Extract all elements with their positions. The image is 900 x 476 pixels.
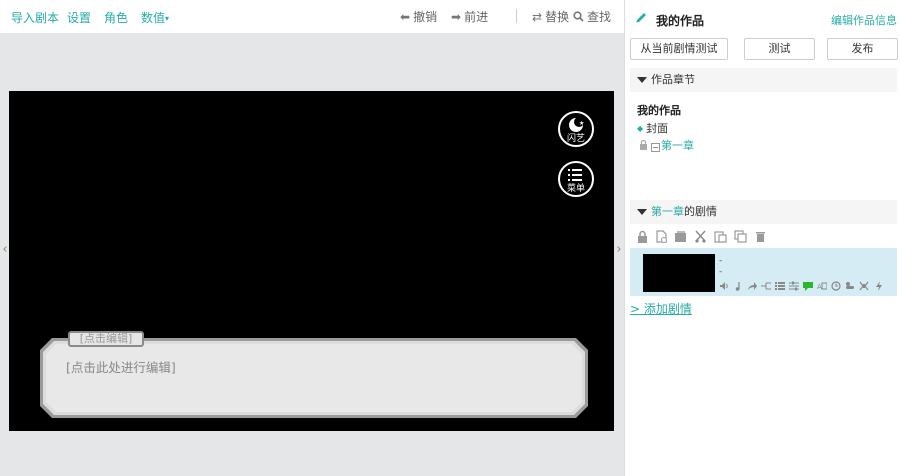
menu-label: 菜单 xyxy=(566,184,585,194)
chapters-section-header[interactable]: 作品章节 xyxy=(630,68,897,92)
menu-values-label: 数值 xyxy=(141,11,166,25)
editor-area: 导入剧本 设置 角色 数值▾ ⬅ 撤销 ➡ 前进 ⇄ 替换 查找 ‹ › ★ 闪艺 xyxy=(0,0,624,476)
menu-button[interactable]: 菜单 xyxy=(558,161,594,197)
triangle-down-icon xyxy=(637,77,647,83)
chapters-header-label: 作品章节 xyxy=(651,73,695,86)
trash-icon[interactable] xyxy=(754,230,767,243)
scenes-header-suffix: 的剧情 xyxy=(684,205,717,218)
svg-text:A: A xyxy=(817,283,822,291)
triangle-down-icon xyxy=(637,209,647,215)
speech-bubble-icon[interactable] xyxy=(803,281,813,291)
tree-item-cover[interactable]: ◆ 封面 xyxy=(637,120,668,136)
find-label: 查找 xyxy=(587,10,612,24)
scene-thumbnail xyxy=(643,254,715,292)
speaker-name-tag[interactable]: [点击编辑] xyxy=(68,331,144,347)
list-icon[interactable] xyxy=(775,281,785,291)
lock-icon[interactable] xyxy=(636,230,649,243)
scene-line-2: - xyxy=(719,267,723,277)
top-toolbar: 导入剧本 设置 角色 数值▾ ⬅ 撤销 ➡ 前进 ⇄ 替换 查找 xyxy=(0,0,624,33)
scenes-header-chapter: 第一章 xyxy=(651,205,684,218)
collapse-toggle-icon[interactable]: − xyxy=(651,143,660,152)
replace-label: 替换 xyxy=(545,10,570,24)
work-title: 我的作品 xyxy=(656,14,705,28)
effects-icon[interactable] xyxy=(859,281,869,291)
share-arrow-icon[interactable] xyxy=(747,281,757,291)
edit-work-info-link[interactable]: 编辑作品信息 xyxy=(831,12,897,28)
lightning-icon[interactable] xyxy=(874,281,884,291)
redo-button[interactable]: ➡ 前进 xyxy=(451,8,488,25)
flash-button[interactable]: ★ 闪艺 xyxy=(558,111,594,147)
panel-header: 我的作品 编辑作品信息 xyxy=(625,0,900,36)
cut-icon[interactable] xyxy=(694,230,707,243)
tree-item-chapter1[interactable]: − 第一章 xyxy=(639,137,694,153)
tree-root[interactable]: 我的作品 xyxy=(637,102,681,118)
menu-values[interactable]: 数值▾ xyxy=(141,9,169,26)
copy-icon[interactable] xyxy=(734,230,747,243)
diamond-icon: ◆ xyxy=(637,124,644,133)
adjust-icon[interactable] xyxy=(789,281,799,291)
search-icon xyxy=(573,11,584,22)
publish-button[interactable]: 发布 xyxy=(827,38,898,60)
test-from-current-button[interactable]: 从当前剧情测试 xyxy=(630,38,728,60)
text-style-icon[interactable]: A xyxy=(817,281,827,291)
arrow-right-icon: ➡ xyxy=(451,10,462,24)
collapse-right-arrow[interactable]: › xyxy=(614,228,624,272)
new-file-icon[interactable] xyxy=(655,230,668,243)
sound-icon[interactable] xyxy=(719,281,729,291)
swap-icon: ⇄ xyxy=(532,10,543,24)
redo-label: 前进 xyxy=(464,10,489,24)
dialog-text[interactable]: [点击此处进行编辑] xyxy=(66,357,176,376)
scene-item[interactable]: - - A xyxy=(630,248,897,296)
menu-characters[interactable]: 角色 xyxy=(104,9,128,26)
undo-label: 撤销 xyxy=(413,10,438,24)
tree-item-chapter1-label: 第一章 xyxy=(661,139,694,152)
dialog-box[interactable]: [点击编辑] [点击此处进行编辑] xyxy=(40,331,588,418)
pencil-icon xyxy=(636,13,646,23)
toolbar-divider xyxy=(516,9,517,23)
cloud-icon[interactable] xyxy=(845,281,855,291)
find-button[interactable]: 查找 xyxy=(573,8,611,25)
folder-icon[interactable] xyxy=(674,230,687,243)
tree-item-cover-label: 封面 xyxy=(646,122,669,135)
replace-button[interactable]: ⇄ 替换 xyxy=(532,8,569,25)
scene-line-1: - xyxy=(719,256,723,266)
branch-icon[interactable] xyxy=(761,281,771,291)
clock-icon[interactable] xyxy=(831,281,841,291)
arrow-left-icon: ⬅ xyxy=(400,10,411,24)
side-panel: 我的作品 编辑作品信息 从当前剧情测试 测试 发布 作品章节 我的作品 ◆ 封面 … xyxy=(624,0,900,476)
lock-icon xyxy=(640,139,647,150)
menu-import-script[interactable]: 导入剧本 xyxy=(11,9,59,26)
menu-settings[interactable]: 设置 xyxy=(67,9,91,26)
undo-button[interactable]: ⬅ 撤销 xyxy=(400,8,437,25)
music-icon[interactable] xyxy=(733,281,743,291)
paste-icon[interactable] xyxy=(714,230,727,243)
scenes-section-header[interactable]: 第一章的剧情 xyxy=(630,200,897,224)
flash-label: 闪艺 xyxy=(566,134,585,144)
dialog-frame xyxy=(40,338,588,418)
add-scene-link[interactable]: > 添加剧情 xyxy=(630,300,692,317)
chevron-down-icon: ▾ xyxy=(165,14,170,23)
svg-text:★: ★ xyxy=(579,120,584,127)
test-button[interactable]: 测试 xyxy=(744,38,815,60)
